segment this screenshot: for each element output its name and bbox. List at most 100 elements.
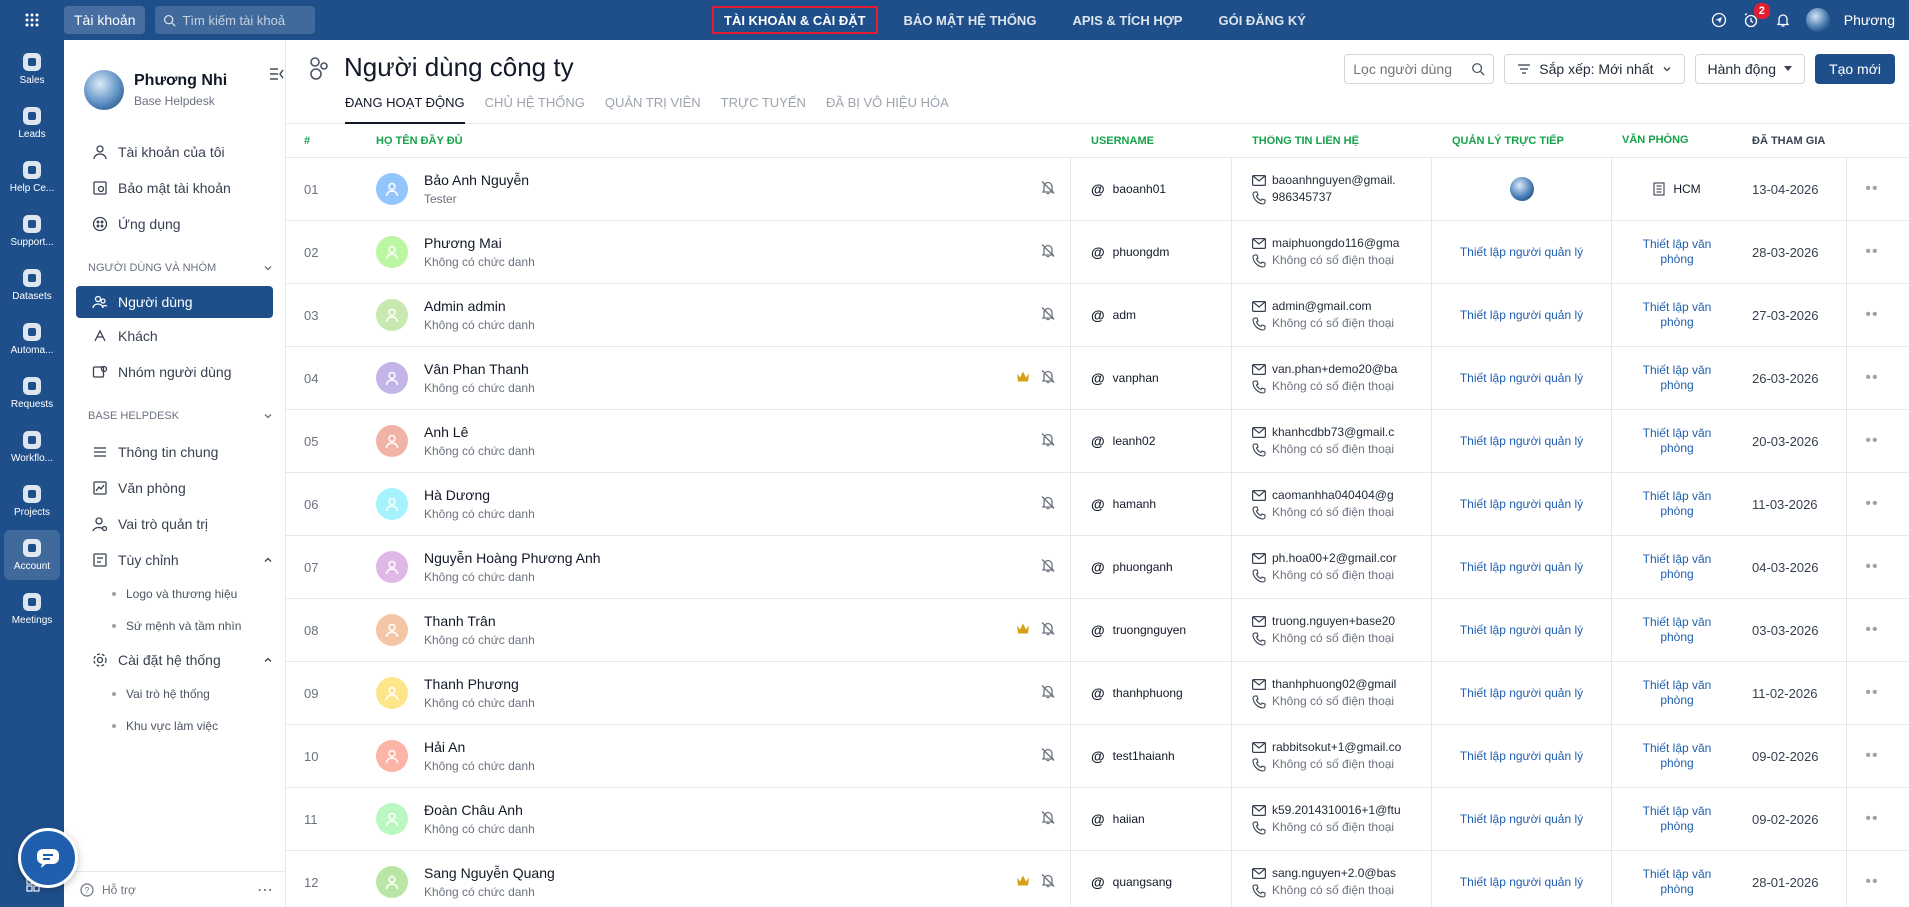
- col-name[interactable]: HỌ TÊN ĐẦY ĐỦ: [356, 135, 1071, 147]
- user-full-name[interactable]: Đoàn Châu Anh: [424, 802, 535, 818]
- set-manager-link[interactable]: Thiết lập người quản lý: [1460, 623, 1583, 637]
- set-office-link[interactable]: Thiết lập văn phòng: [1642, 363, 1712, 393]
- tab-system-security[interactable]: BẢO MẬT HỆ THỐNG: [894, 6, 1047, 34]
- user-full-name[interactable]: Vân Phan Thanh: [424, 361, 535, 377]
- rail-item-account[interactable]: Account: [4, 530, 60, 580]
- row-more-icon[interactable]: ••: [1847, 599, 1897, 661]
- set-manager-link[interactable]: Thiết lập người quản lý: [1460, 686, 1583, 700]
- table-row[interactable]: 07 Nguyễn Hoàng Phương Anh Không có chức…: [286, 536, 1909, 599]
- set-office-link[interactable]: Thiết lập văn phòng: [1642, 741, 1712, 771]
- notification-off-icon[interactable]: [1040, 495, 1056, 514]
- set-office-link[interactable]: Thiết lập văn phòng: [1642, 426, 1712, 456]
- set-manager-link[interactable]: Thiết lập người quản lý: [1460, 308, 1583, 322]
- row-more-icon[interactable]: ••: [1847, 473, 1897, 535]
- tab-subscription[interactable]: GÓI ĐĂNG KÝ: [1208, 6, 1315, 34]
- table-row[interactable]: 01 Bảo Anh Nguyễn Tester @ baoanh01 baoa…: [286, 158, 1909, 221]
- table-row[interactable]: 11 Đoàn Châu Anh Không có chức danh @ ha…: [286, 788, 1909, 851]
- notification-off-icon[interactable]: [1040, 369, 1056, 388]
- user-full-name[interactable]: Hà Dương: [424, 487, 535, 503]
- rail-item-meetings[interactable]: Meetings: [4, 584, 60, 634]
- set-office-link[interactable]: Thiết lập văn phòng: [1642, 237, 1712, 267]
- table-row[interactable]: 08 Thanh Trân Không có chức danh @ truon…: [286, 599, 1909, 662]
- collapse-sidebar-icon[interactable]: [269, 66, 285, 82]
- row-more-icon[interactable]: ••: [1847, 158, 1897, 220]
- table-row[interactable]: 12 Sang Nguyễn Quang Không có chức danh …: [286, 851, 1909, 907]
- sidebar-item-user-groups[interactable]: Nhóm người dùng: [64, 354, 285, 390]
- table-row[interactable]: 10 Hải An Không có chức danh @ test1haia…: [286, 725, 1909, 788]
- notification-off-icon[interactable]: [1040, 684, 1056, 703]
- user-full-name[interactable]: Sang Nguyễn Quang: [424, 865, 555, 881]
- user-email[interactable]: k59.2014310016+1@ftu: [1272, 802, 1401, 819]
- sidebar-item-my-account[interactable]: Tài khoản của tôi: [64, 134, 285, 170]
- row-more-icon[interactable]: ••: [1847, 725, 1897, 787]
- sidebar-item-apps[interactable]: Ứng dụng: [64, 206, 285, 242]
- sidebar-item-office[interactable]: Văn phòng: [64, 470, 285, 506]
- set-office-link[interactable]: Thiết lập văn phòng: [1642, 489, 1712, 519]
- user-email[interactable]: thanhphuong02@gmail: [1272, 676, 1396, 693]
- set-manager-link[interactable]: Thiết lập người quản lý: [1460, 875, 1583, 889]
- sidebar-group-system-settings[interactable]: Cài đặt hệ thống: [64, 642, 285, 678]
- notification-off-icon[interactable]: [1040, 747, 1056, 766]
- user-email[interactable]: truong.nguyen+base20: [1272, 613, 1395, 630]
- set-manager-link[interactable]: Thiết lập người quản lý: [1460, 812, 1583, 826]
- notification-off-icon[interactable]: [1040, 306, 1056, 325]
- row-more-icon[interactable]: ••: [1847, 788, 1897, 850]
- actions-button[interactable]: Hành động: [1694, 54, 1806, 84]
- rail-item-sales[interactable]: Sales: [4, 44, 60, 94]
- set-office-link[interactable]: Thiết lập văn phòng: [1642, 804, 1712, 834]
- user-full-name[interactable]: Hải An: [424, 739, 535, 755]
- set-office-link[interactable]: Thiết lập văn phòng: [1642, 300, 1712, 330]
- row-more-icon[interactable]: ••: [1847, 284, 1897, 346]
- account-chip[interactable]: Tài khoản: [64, 6, 146, 34]
- sidebar-group-customize[interactable]: Tùy chỉnh: [64, 542, 285, 578]
- row-more-icon[interactable]: ••: [1847, 410, 1897, 472]
- tab-active[interactable]: ĐANG HOẠT ĐỘNG: [345, 93, 465, 124]
- user-email[interactable]: van.phan+demo20@ba: [1272, 361, 1397, 378]
- tab-apis-integration[interactable]: APIS & TÍCH HỢP: [1062, 6, 1192, 34]
- set-manager-link[interactable]: Thiết lập người quản lý: [1460, 434, 1583, 448]
- user-email[interactable]: maiphuongdo116@gma: [1272, 235, 1399, 252]
- user-email[interactable]: admin@gmail.com: [1272, 298, 1372, 315]
- set-manager-link[interactable]: Thiết lập người quản lý: [1460, 497, 1583, 511]
- create-button[interactable]: Tạo mới: [1815, 54, 1895, 84]
- set-manager-link[interactable]: Thiết lập người quản lý: [1460, 371, 1583, 385]
- user-full-name[interactable]: Thanh Trân: [424, 613, 535, 629]
- sidebar-item-account-security[interactable]: Bảo mật tài khoản: [64, 170, 285, 206]
- notification-off-icon[interactable]: [1040, 432, 1056, 451]
- table-row[interactable]: 05 Anh Lê Không có chức danh @ leanh02 k…: [286, 410, 1909, 473]
- col-username[interactable]: USERNAME: [1071, 135, 1232, 147]
- set-manager-link[interactable]: Thiết lập người quản lý: [1460, 245, 1583, 259]
- rail-item-help-center[interactable]: Help Ce...: [4, 152, 60, 202]
- col-joined[interactable]: ĐÃ THAM GIA: [1742, 135, 1847, 147]
- notification-off-icon[interactable]: [1040, 243, 1056, 262]
- tab-disabled[interactable]: ĐÃ BỊ VÔ HIỆU HÓA: [826, 93, 949, 124]
- user-email[interactable]: khanhcdbb73@gmail.c: [1272, 424, 1394, 441]
- rail-item-requests[interactable]: Requests: [4, 368, 60, 418]
- alarm-icon[interactable]: 2: [1742, 3, 1770, 29]
- row-more-icon[interactable]: ••: [1847, 662, 1897, 724]
- sidebar-item-guests[interactable]: Khách: [64, 318, 285, 354]
- sidebar-item-general-info[interactable]: Thông tin chung: [64, 434, 285, 470]
- user-name[interactable]: Phương: [1844, 12, 1895, 28]
- notification-off-icon[interactable]: [1040, 873, 1056, 892]
- user-full-name[interactable]: Thanh Phương: [424, 676, 535, 692]
- notification-off-icon[interactable]: [1040, 810, 1056, 829]
- table-row[interactable]: 02 Phương Mai Không có chức danh @ phuon…: [286, 221, 1909, 284]
- sidebar-item-mission-vision[interactable]: Sứ mệnh và tầm nhìn: [64, 610, 285, 642]
- more-icon[interactable]: ⋯: [257, 880, 274, 900]
- sidebar-item-users[interactable]: Người dùng: [76, 286, 273, 318]
- tab-online[interactable]: TRỰC TUYẾN: [721, 93, 806, 124]
- row-more-icon[interactable]: ••: [1847, 347, 1897, 409]
- support-link[interactable]: ? Hỗ trợ: [80, 883, 136, 897]
- sidebar-item-admin-roles[interactable]: Vai trò quản trị: [64, 506, 285, 542]
- rail-item-support[interactable]: Support...: [4, 206, 60, 256]
- user-full-name[interactable]: Bảo Anh Nguyễn: [424, 172, 529, 188]
- set-office-link[interactable]: Thiết lập văn phòng: [1642, 678, 1712, 708]
- rail-item-datasets[interactable]: Datasets: [4, 260, 60, 310]
- sort-button[interactable]: Sắp xếp: Mới nhất: [1504, 54, 1685, 84]
- set-office-link[interactable]: Thiết lập văn phòng: [1642, 867, 1712, 897]
- sidebar-section-users-groups[interactable]: NGƯỜI DÙNG VÀ NHÓM: [64, 250, 285, 286]
- user-email[interactable]: sang.nguyen+2.0@bas: [1272, 865, 1396, 882]
- chat-button[interactable]: [18, 828, 78, 888]
- user-email[interactable]: baoanhnguyen@gmail.: [1272, 172, 1396, 189]
